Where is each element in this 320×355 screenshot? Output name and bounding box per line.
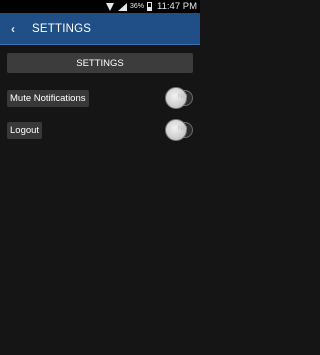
mute-notifications-row: Mute Notifications NO xyxy=(7,86,193,110)
mute-notifications-label: Mute Notifications xyxy=(7,89,89,107)
battery-percentage: 36% xyxy=(130,3,145,10)
toggle-state-text: NO xyxy=(178,126,187,132)
logout-toggle[interactable]: NO xyxy=(165,119,193,141)
back-icon[interactable]: ‹ xyxy=(0,13,26,45)
mute-notifications-toggle[interactable]: NO xyxy=(165,87,193,109)
battery-icon xyxy=(147,2,153,11)
status-bar: 36% 11:47 PM xyxy=(0,0,200,13)
action-bar: ‹ SETTINGS xyxy=(0,13,200,45)
signal-icon xyxy=(118,2,128,11)
page-title: SETTINGS xyxy=(32,22,92,35)
logout-row: Logout NO xyxy=(7,118,193,142)
clock: 11:47 PM xyxy=(157,1,197,12)
logout-label: Logout xyxy=(7,121,43,139)
toggle-state-text: NO xyxy=(178,94,187,100)
settings-header-button[interactable]: SETTINGS xyxy=(7,53,193,73)
wifi-icon xyxy=(106,2,115,11)
